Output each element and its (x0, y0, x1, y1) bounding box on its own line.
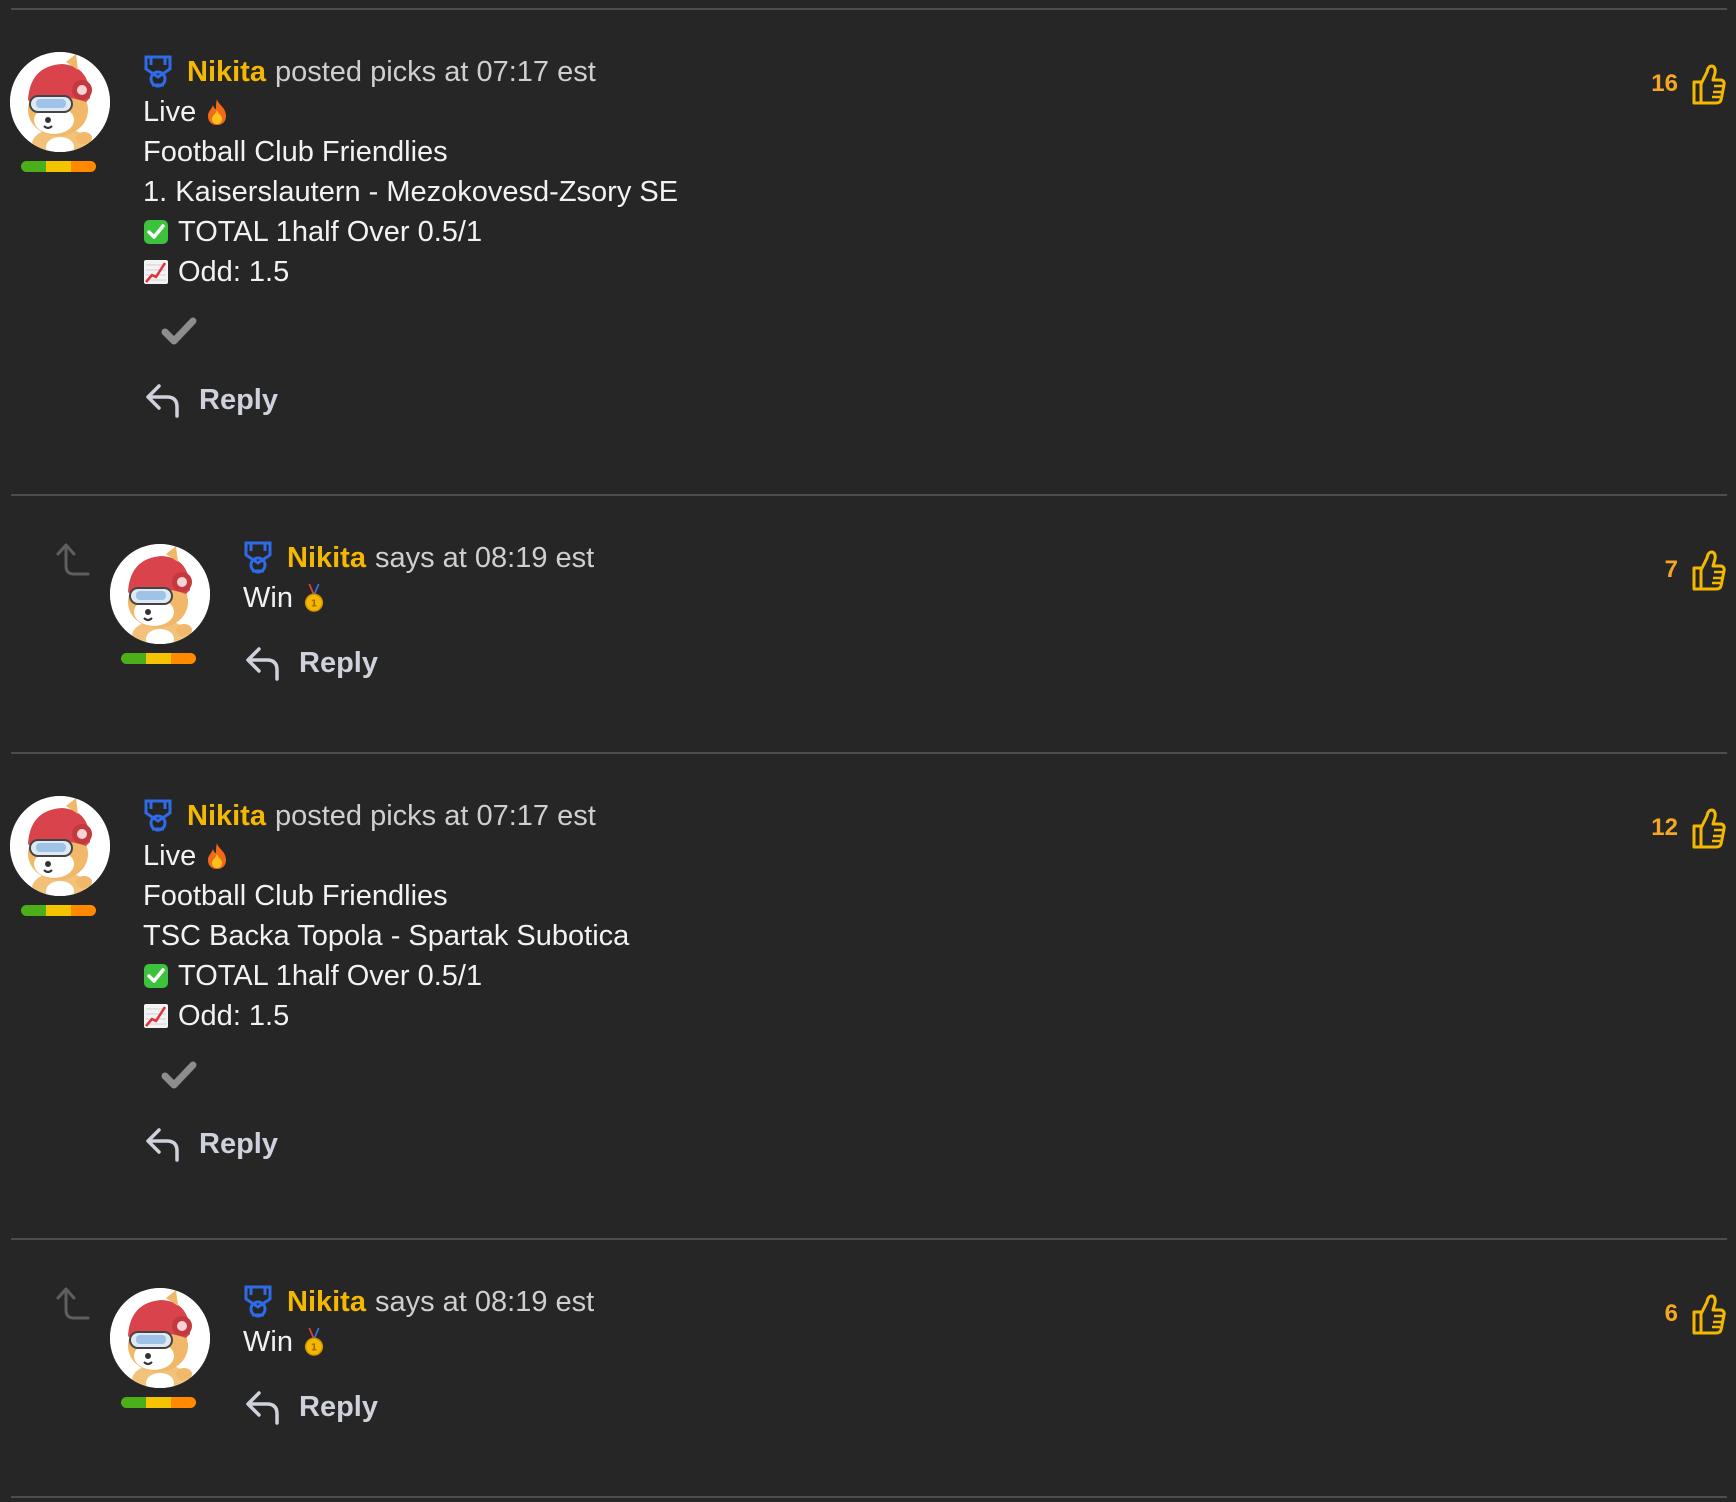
like-button[interactable]: 12 (1651, 806, 1726, 850)
post-line: TOTAL 1half Over 0.5/1 (143, 212, 678, 252)
pick-post: Nikita posted picks at 07:17 est Live Fo… (0, 796, 1736, 1186)
divider (11, 752, 1727, 754)
author-name[interactable]: Nikita (187, 52, 266, 92)
post-header: Nikita says at 08:19 est (243, 1282, 594, 1322)
pick-post: Nikita posted picks at 07:17 est Live Fo… (0, 52, 1736, 442)
post-header: Nikita posted picks at 07:17 est (143, 52, 678, 92)
thread-reply-icon (52, 1284, 92, 1324)
divider (11, 1496, 1727, 1498)
check-icon (159, 310, 199, 350)
like-button[interactable]: 7 (1665, 548, 1726, 592)
thread-reply-icon (52, 540, 92, 580)
post-line: Live (143, 836, 629, 876)
post-meta: says at 08:19 est (374, 1286, 595, 1318)
divider (11, 8, 1727, 10)
reply-post: Nikita says at 08:19 est Win Reply 7 (0, 538, 1736, 738)
like-button[interactable]: 6 (1665, 1292, 1726, 1336)
avatar[interactable] (110, 544, 210, 644)
user-avatar-group[interactable] (110, 544, 210, 674)
chart-emoji-icon (143, 259, 169, 285)
post-line: Live (143, 92, 678, 132)
thumbs-up-icon (1690, 62, 1726, 106)
avatar[interactable] (110, 1288, 210, 1388)
reply-button[interactable]: Reply (143, 377, 678, 423)
like-count: 7 (1664, 556, 1678, 583)
divider (11, 1238, 1727, 1240)
avatar[interactable] (10, 52, 110, 152)
level-bar (121, 653, 196, 664)
like-count: 6 (1664, 1300, 1678, 1327)
post-line: Win (243, 1322, 594, 1362)
chart-emoji-icon (143, 1003, 169, 1029)
reply-button[interactable]: Reply (243, 640, 594, 686)
post-line: Odd: 1.5 (143, 252, 678, 292)
user-avatar-group[interactable] (10, 52, 110, 182)
green-check-emoji-icon (143, 963, 169, 989)
level-bar (121, 1397, 196, 1408)
fire-emoji-icon (204, 842, 230, 870)
post-line: 1. Kaiserslautern - Mezokovesd-Zsory SE (143, 176, 679, 208)
post-meta: posted picks at 07:17 est (274, 800, 596, 832)
avatar[interactable] (10, 796, 110, 896)
level-bar (21, 905, 96, 916)
author-name[interactable]: Nikita (287, 1282, 366, 1322)
post-line: TOTAL 1half Over 0.5/1 (143, 956, 629, 996)
thumbs-up-icon (1690, 806, 1726, 850)
post-meta: posted picks at 07:17 est (274, 56, 596, 88)
thumbs-up-icon (1690, 548, 1726, 592)
level-bar (21, 161, 96, 172)
user-avatar-group[interactable] (10, 796, 110, 926)
divider (11, 494, 1727, 496)
post-line: Odd: 1.5 (143, 996, 629, 1036)
author-name[interactable]: Nikita (287, 538, 366, 578)
reply-icon (143, 380, 183, 420)
reply-icon (143, 1124, 183, 1164)
post-meta: says at 08:19 est (374, 542, 595, 574)
badge-icon (243, 1285, 273, 1319)
post-line: TSC Backa Topola - Spartak Subotica (143, 920, 630, 952)
reply-icon (243, 1387, 283, 1427)
like-count: 16 (1651, 70, 1678, 97)
user-avatar-group[interactable] (110, 1288, 210, 1418)
check-icon (159, 1054, 199, 1094)
badge-icon (143, 799, 173, 833)
reply-post: Nikita says at 08:19 est Win Reply 6 (0, 1282, 1736, 1482)
reply-button[interactable]: Reply (143, 1121, 629, 1167)
reply-icon (243, 643, 283, 683)
like-count: 12 (1651, 814, 1678, 841)
medal-emoji-icon (301, 1328, 327, 1356)
author-name[interactable]: Nikita (187, 796, 266, 836)
thumbs-up-icon (1690, 1292, 1726, 1336)
green-check-emoji-icon (143, 219, 169, 245)
post-header: Nikita posted picks at 07:17 est (143, 796, 629, 836)
badge-icon (143, 55, 173, 89)
medal-emoji-icon (301, 584, 327, 612)
fire-emoji-icon (204, 98, 230, 126)
post-line: Win (243, 578, 594, 618)
post-line: Football Club Friendlies (143, 880, 448, 912)
post-header: Nikita says at 08:19 est (243, 538, 594, 578)
like-button[interactable]: 16 (1651, 62, 1726, 106)
post-line: Football Club Friendlies (143, 136, 448, 168)
reply-button[interactable]: Reply (243, 1384, 594, 1430)
badge-icon (243, 541, 273, 575)
